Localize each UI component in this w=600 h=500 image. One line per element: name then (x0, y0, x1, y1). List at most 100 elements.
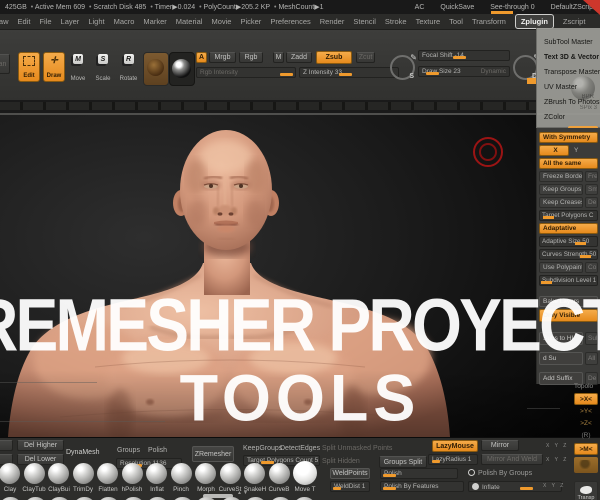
menu-item-stencil[interactable]: Stencil (353, 17, 376, 26)
mirror-button[interactable]: Mirror (481, 440, 519, 451)
covered-button-clipped[interactable]: All (585, 352, 598, 365)
detectedges-toggle[interactable]: DetectEdges (280, 445, 320, 452)
curves-strength-handle[interactable] (579, 255, 591, 258)
only-visible-button[interactable]: Only Visible (539, 309, 598, 322)
subdivision-level-slider[interactable]: Subdivision Level 1 (539, 275, 598, 286)
inflate-handle[interactable] (519, 487, 533, 490)
zplugin-item-subtool-master[interactable]: SubTool Master (537, 35, 600, 50)
menu-item-material[interactable]: Material (176, 17, 203, 26)
weldpoints-button[interactable]: WeldPoints (330, 468, 370, 479)
draw-size-slider[interactable]: Draw Size 23 Dynamic (418, 66, 510, 77)
target-polygons-handle[interactable] (543, 216, 555, 219)
rotate-button[interactable]: R Rotate (117, 54, 140, 82)
subs-to-hi-clipped[interactable]: Sub (585, 332, 598, 345)
menu-item-movie[interactable]: Movie (211, 17, 231, 26)
keep-creases-clipped[interactable]: De (585, 197, 598, 208)
brush-scroll-arrows-icon[interactable]: ▲▼ (237, 490, 249, 496)
transp-button[interactable]: Transp (574, 481, 598, 500)
draw-button[interactable]: ✛ Draw (43, 52, 65, 82)
quicksave-button[interactable]: QuickSave (440, 4, 474, 11)
alpha-selector[interactable]: ✎ D (513, 53, 540, 80)
brush-hpolish[interactable] (122, 463, 143, 484)
with-symmetry-button[interactable]: With Symmetry (539, 132, 598, 143)
menu-item-preferences[interactable]: Preferences (270, 17, 310, 26)
adaptative-button[interactable]: Adaptative (539, 223, 598, 234)
menu-item-file[interactable]: File (39, 17, 51, 26)
polish-by-features-slider[interactable]: Polish By Features (380, 481, 464, 492)
document-canvas[interactable] (0, 115, 600, 437)
rgb-intensity-slider[interactable]: Rgb Intensity (196, 67, 296, 78)
menu-item-tool[interactable]: Tool (449, 17, 463, 26)
split-hidden-button[interactable]: Split Hidden (322, 458, 360, 465)
rgb-toggle[interactable]: Rgb (239, 52, 263, 63)
groups-split-button[interactable]: Groups Split (379, 456, 427, 468)
zplugin-item-zbrush-to-photoshop[interactable]: ZBrush To Photoshop (537, 95, 600, 110)
inflate-axes-toggle[interactable]: X Y Z (543, 483, 565, 489)
brush-claytub[interactable] (24, 463, 45, 484)
z-intensity-handle[interactable] (339, 73, 353, 76)
draw-size-handle[interactable] (426, 72, 440, 75)
freeze-border-clipped[interactable]: Fre (585, 171, 598, 182)
keepgroups-toggle[interactable]: KeepGroups (243, 445, 282, 452)
symmetry-x-axis-button[interactable]: >X< (574, 393, 598, 405)
menu-item-stroke[interactable]: Stroke (385, 17, 407, 26)
target-polygons-slider[interactable]: Target Polygons C (539, 210, 598, 221)
polish-by-features-handle[interactable] (382, 487, 396, 490)
subdivision-level-handle[interactable] (541, 281, 553, 284)
brush-move-topological[interactable] (293, 461, 317, 485)
clipped-button[interactable] (0, 440, 13, 451)
menu-item-marker[interactable]: Marker (143, 17, 166, 26)
polish-slider[interactable]: Polish (380, 468, 458, 479)
mirror-and-weld-button[interactable]: Mirror And Weld (481, 454, 543, 465)
menu-item-macro[interactable]: Macro (114, 17, 135, 26)
split-unmasked-points-button[interactable]: Split Unmasked Points (322, 445, 392, 452)
use-polypaint-clipped[interactable]: Co (585, 262, 598, 273)
freeze-border-button[interactable]: Freeze Border (539, 171, 583, 182)
brush-curveb[interactable] (269, 463, 290, 484)
symmetry-y-button[interactable]: Y (571, 145, 598, 156)
lazyradius-handle[interactable] (431, 460, 440, 463)
stroke-selector[interactable]: ✎ S (390, 53, 417, 80)
brush-snakeh[interactable] (244, 463, 265, 484)
symmetry-x-button[interactable]: X (539, 145, 569, 156)
symmetry-z-axis-button[interactable]: >Z< (574, 419, 598, 429)
adaptive-size-handle[interactable] (575, 242, 587, 245)
brush-pinch[interactable] (171, 463, 192, 484)
menu-item-layer[interactable]: Layer (61, 17, 80, 26)
zadd-toggle[interactable]: Zadd (286, 52, 312, 63)
lazymouse-button[interactable]: LazyMouse (432, 440, 478, 452)
polish-handle[interactable] (382, 474, 396, 477)
dynamesh-polish-toggle[interactable]: Polish (148, 447, 167, 454)
brush-inflat[interactable] (146, 463, 167, 484)
menu-item-transform[interactable]: Transform (472, 17, 506, 26)
menu-item-edit[interactable]: Edit (18, 17, 31, 26)
bake-layers-button[interactable]: Bake Layers (539, 296, 598, 307)
scale-button[interactable]: S Scale (93, 54, 113, 82)
mrgb-toggle[interactable]: Mrgb (209, 52, 236, 63)
z-intensity-slider[interactable]: Z Intensity 33 (299, 67, 399, 78)
symmetry-y-axis-button[interactable]: >Y< (574, 407, 598, 417)
ghost-transparency-button[interactable] (574, 457, 598, 473)
zcut-toggle[interactable]: Zcut (356, 52, 375, 63)
zplugin-item-zcolor[interactable]: ZColor (537, 110, 600, 125)
del-higher-button[interactable]: Del Higher (17, 440, 64, 451)
zremesher-button[interactable]: ZRemesher (192, 446, 234, 462)
focal-shift-slider[interactable]: Focal Shift -14 (418, 50, 510, 61)
use-polypaint-button[interactable]: Use Polypaint (539, 262, 583, 273)
brush-curvest[interactable] (220, 463, 241, 484)
brush-morph[interactable] (195, 463, 216, 484)
polish-by-groups-radio[interactable]: Polish By Groups (468, 469, 532, 477)
welddist-handle[interactable] (332, 487, 341, 490)
current-brush-thumbnail[interactable] (143, 52, 169, 86)
radial-symmetry-button[interactable]: (R) (574, 431, 598, 441)
brush-flatten[interactable] (97, 463, 118, 484)
zplugin-item-text3d-vector[interactable]: Text 3D & Vector (537, 50, 600, 65)
rgb-intensity-handle[interactable] (280, 73, 294, 76)
menu-item-texture[interactable]: Texture (416, 17, 441, 26)
covered-button[interactable]: d Su (539, 352, 583, 365)
menu-item-render[interactable]: Render (320, 17, 345, 26)
current-material-thumbnail[interactable] (169, 52, 195, 86)
menu-item-zscript[interactable]: Zscript (563, 17, 586, 26)
color-a-toggle[interactable]: A (196, 52, 207, 63)
keep-groups-clipped[interactable]: Sm (585, 184, 598, 195)
